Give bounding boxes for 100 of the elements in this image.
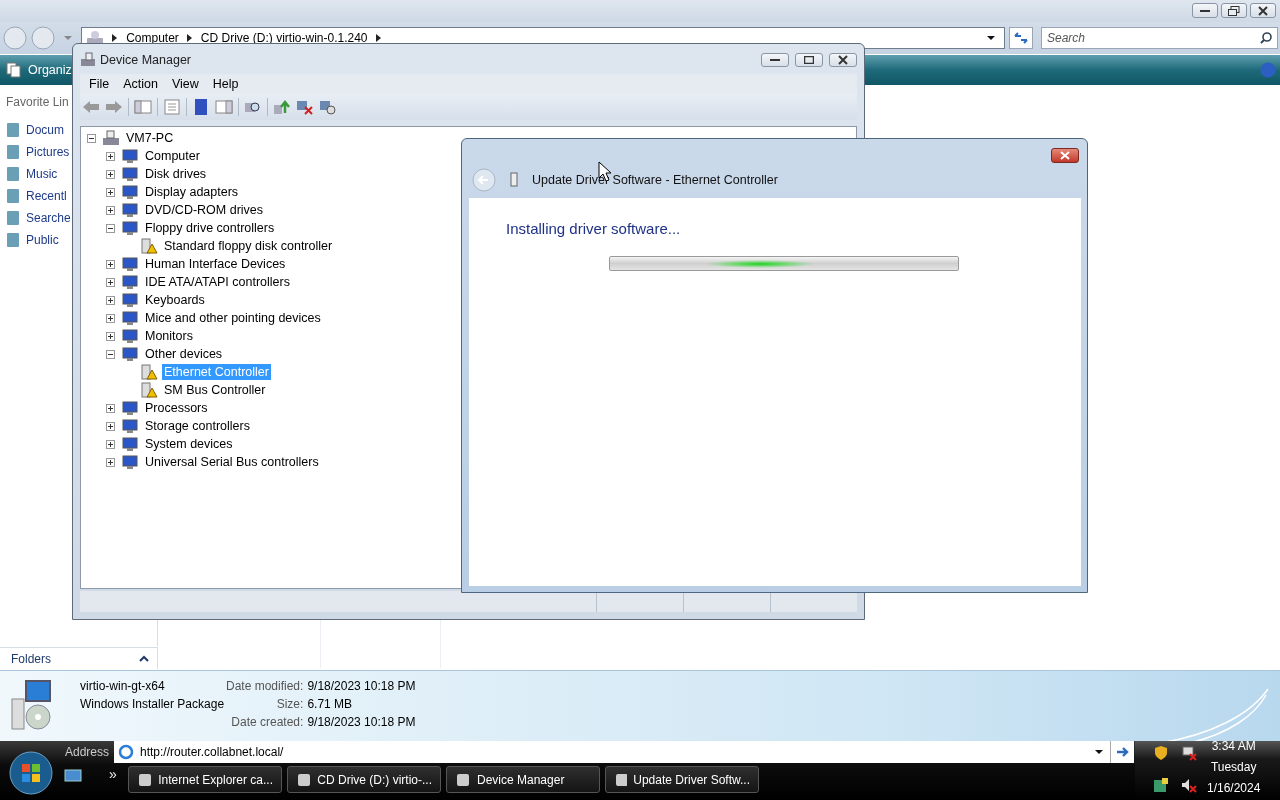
expander-icon[interactable] — [106, 151, 115, 161]
tree-item[interactable]: Processors — [143, 400, 210, 416]
windows-update-icon[interactable] — [1153, 776, 1169, 793]
disable-icon[interactable] — [319, 99, 337, 115]
expander-icon[interactable] — [106, 421, 115, 431]
tree-item[interactable]: SM Bus Controller — [162, 382, 268, 398]
dropdown-icon[interactable] — [986, 35, 997, 41]
taskbar-button[interactable]: CD Drive (D:) virtio-... — [287, 766, 441, 793]
organize-button[interactable]: Organiz — [6, 62, 72, 78]
tree-item[interactable]: VM7-PC — [124, 130, 176, 146]
property-label: Size: — [275, 697, 304, 711]
expander-icon[interactable] — [106, 223, 115, 233]
expander-icon[interactable] — [106, 187, 115, 197]
expander-icon[interactable] — [106, 313, 115, 323]
tree-item[interactable]: Floppy drive controllers — [143, 220, 277, 236]
toolbar-chevron[interactable]: » — [109, 766, 117, 782]
chevron-icon — [186, 34, 193, 42]
menu-item[interactable]: Action — [116, 77, 165, 91]
expander-icon[interactable] — [106, 331, 115, 341]
favorite-link[interactable]: Pictures — [6, 144, 70, 160]
taskbar-button[interactable]: Internet Explorer ca... — [128, 766, 282, 793]
update-driver-icon[interactable] — [273, 99, 291, 115]
address-field[interactable]: http://router.collabnet.local/ — [114, 741, 1110, 763]
refresh-icon — [1013, 31, 1030, 45]
menu-item[interactable]: View — [164, 77, 206, 91]
expander-icon[interactable] — [106, 439, 115, 449]
favorite-link[interactable]: Searche — [6, 210, 71, 226]
expander-icon[interactable] — [106, 277, 115, 287]
expander-icon[interactable] — [106, 259, 115, 269]
uninstall-icon[interactable] — [296, 99, 314, 115]
close-icon — [1060, 151, 1070, 160]
tree-item[interactable]: System devices — [143, 436, 235, 452]
tree-item[interactable]: Mice and other pointing devices — [143, 310, 323, 326]
folder-icon — [6, 188, 20, 204]
expander-icon[interactable] — [106, 205, 115, 215]
taskbar-button[interactable]: Update Driver Softw... — [605, 766, 759, 793]
tree-item[interactable]: DVD/CD-ROM drives — [143, 202, 266, 218]
tree-item[interactable]: Computer — [143, 148, 202, 164]
menu-item[interactable]: File — [82, 77, 117, 91]
restore-button[interactable] — [1221, 3, 1247, 18]
close-icon — [838, 55, 848, 65]
search-icon — [1260, 32, 1272, 44]
refresh-button[interactable] — [1009, 27, 1033, 49]
tree-item[interactable]: Disk drives — [143, 166, 209, 182]
tree-item[interactable]: Storage controllers — [143, 418, 252, 434]
property-value: 6.71 MB — [307, 697, 354, 711]
console-tree-icon[interactable] — [134, 99, 152, 115]
go-button[interactable] — [1110, 741, 1134, 763]
tree-item[interactable]: Human Interface Devices — [143, 256, 288, 272]
start-button[interactable] — [9, 751, 53, 795]
close-button[interactable] — [1051, 148, 1079, 163]
device-icon — [121, 328, 139, 344]
help-icon[interactable] — [192, 99, 210, 115]
tree-item[interactable]: Display adapters — [143, 184, 241, 200]
action-pane-icon[interactable] — [215, 99, 233, 115]
device-icon — [121, 256, 139, 272]
tree-item[interactable]: Universal Serial Bus controllers — [143, 454, 321, 470]
dropdown-icon[interactable] — [1094, 749, 1104, 755]
tree-item[interactable]: IDE ATA/ATAPI controllers — [143, 274, 292, 290]
address-label: Address — [64, 745, 110, 759]
folders-bar[interactable]: Folders — [0, 647, 158, 669]
close-button[interactable] — [829, 53, 857, 67]
breadcrumb[interactable]: Computer — [126, 31, 179, 45]
maximize-button[interactable] — [795, 53, 823, 67]
scan-icon[interactable] — [244, 99, 262, 115]
expander-icon[interactable] — [106, 403, 115, 413]
favorite-link[interactable]: Music — [6, 166, 58, 182]
caret-icon — [139, 655, 149, 662]
window-icon — [614, 771, 628, 788]
folder-icon — [6, 166, 20, 182]
tree-item[interactable]: Monitors — [143, 328, 195, 344]
device-icon — [121, 184, 139, 200]
expander-icon[interactable] — [106, 349, 115, 359]
network-icon[interactable] — [1181, 745, 1197, 761]
file-name: virtio-win-gt-x64 — [80, 679, 166, 693]
search-field[interactable]: Search — [1041, 27, 1278, 49]
expander-icon[interactable] — [87, 133, 96, 143]
device-icon — [121, 274, 139, 290]
property-label: Date created: — [230, 715, 304, 729]
tree-item[interactable]: Standard floppy disk controller — [162, 238, 335, 254]
favorite-link[interactable]: Docum — [6, 122, 64, 138]
taskbar-button[interactable]: Device Manager — [446, 766, 600, 793]
menu-item[interactable]: Help — [205, 77, 246, 91]
show-desktop-icon[interactable] — [64, 769, 82, 783]
favorite-link[interactable]: Public — [6, 232, 59, 248]
tree-item[interactable]: Other devices — [143, 346, 225, 362]
chevron-icon — [112, 34, 119, 42]
expander-icon[interactable] — [106, 457, 115, 467]
close-button[interactable] — [1250, 3, 1276, 18]
window-icon — [137, 771, 153, 788]
expander-icon[interactable] — [106, 295, 115, 305]
pages-icon — [6, 62, 22, 78]
dialog-heading: Installing driver software... — [506, 220, 682, 237]
tree-item[interactable]: Keyboards — [143, 292, 207, 308]
minimize-button[interactable] — [1192, 3, 1218, 18]
device-icon — [121, 148, 139, 164]
minimize-button[interactable] — [761, 53, 789, 67]
shield-icon[interactable] — [1153, 745, 1169, 761]
favorite-link[interactable]: Recentl — [6, 188, 67, 204]
expander-icon[interactable] — [106, 169, 115, 179]
